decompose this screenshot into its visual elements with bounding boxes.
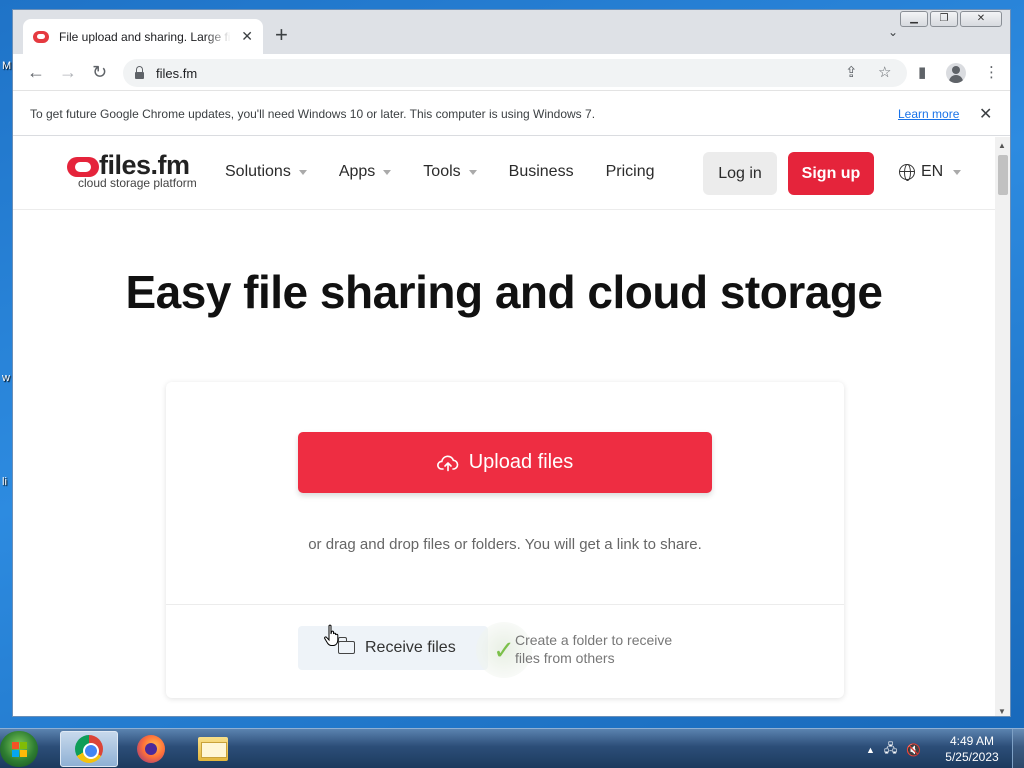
nav-item-label: Business xyxy=(508,163,574,180)
firefox-icon xyxy=(137,735,165,763)
minimize-button[interactable]: ▁ xyxy=(900,11,928,27)
chevron-down-icon xyxy=(953,169,962,175)
nav-item-solutions[interactable]: Solutions xyxy=(225,163,307,181)
clock-date: 5/25/2023 xyxy=(945,750,999,764)
tab-search-icon[interactable]: ⌄ xyxy=(888,25,898,39)
tray-expand-icon[interactable]: ▲ xyxy=(866,745,875,755)
scroll-up-icon[interactable]: ▲ xyxy=(998,141,1006,150)
hand-pointer-cursor-icon xyxy=(324,624,339,646)
site-header: files.fm cloud storage platform Solution… xyxy=(13,137,995,210)
new-tab-button[interactable]: + xyxy=(275,24,288,46)
receive-button-label: Receive files xyxy=(365,639,456,656)
nav-item-pricing[interactable]: Pricing xyxy=(606,163,655,181)
chevron-down-icon xyxy=(298,169,307,175)
url-text[interactable]: files.fm xyxy=(156,66,197,81)
vertical-scrollbar[interactable]: ▲ ▼ xyxy=(995,137,1010,716)
reload-icon[interactable]: ↻ xyxy=(92,62,107,82)
start-button[interactable] xyxy=(0,731,38,767)
logo-tagline: cloud storage platform xyxy=(78,176,197,190)
scroll-down-icon[interactable]: ▼ xyxy=(998,707,1006,716)
nav-item-label: Pricing xyxy=(605,163,655,180)
folder-icon xyxy=(198,737,228,761)
main-nav: Solutions Apps Tools Business Pricing xyxy=(225,163,686,181)
chevron-down-icon xyxy=(468,169,477,175)
windows-logo-icon xyxy=(11,741,27,757)
card-divider xyxy=(166,604,844,605)
window-controls: ▁ ❐ ✕ xyxy=(900,11,1002,27)
desktop-icon-label: w xyxy=(2,372,10,384)
volume-muted-icon[interactable]: 🔇 xyxy=(906,743,921,757)
taskbar-file-explorer[interactable] xyxy=(184,731,242,767)
page-viewport: files.fm cloud storage platform Solution… xyxy=(13,137,995,716)
upload-card: Upload files or drag and drop files or f… xyxy=(166,382,844,698)
learn-more-link[interactable]: Learn more xyxy=(898,107,959,121)
signup-button[interactable]: Sign up xyxy=(788,152,874,195)
receive-files-help: Create a folder to receive files from ot… xyxy=(515,632,673,666)
nav-item-business[interactable]: Business xyxy=(509,163,574,181)
taskbar-firefox[interactable] xyxy=(122,731,180,767)
hero-title: Easy file sharing and cloud storage xyxy=(125,266,883,318)
nav-item-apps[interactable]: Apps xyxy=(338,163,392,181)
site-favicon-icon xyxy=(33,30,49,43)
clock-time: 4:49 AM xyxy=(949,734,995,748)
language-selector[interactable]: EN xyxy=(899,163,962,181)
chrome-menu-icon[interactable]: ⋮ xyxy=(984,63,999,81)
nav-item-label: Tools xyxy=(423,163,461,180)
login-button[interactable]: Log in xyxy=(703,152,777,195)
side-panel-icon[interactable]: ▮ xyxy=(918,63,926,81)
files-fm-logo[interactable]: files.fm cloud storage platform xyxy=(67,150,207,193)
chevron-down-icon xyxy=(383,169,392,175)
browser-tab[interactable]: File upload and sharing. Large files ✕ xyxy=(23,19,263,54)
profile-avatar-icon[interactable] xyxy=(946,63,966,83)
desktop-icon-label: M xyxy=(2,60,12,72)
forward-icon[interactable]: → xyxy=(59,62,77,82)
share-icon[interactable]: ⇪ xyxy=(845,63,858,81)
taskbar-clock[interactable]: 4:49 AM 5/25/2023 xyxy=(940,733,1004,765)
infobar-message: To get future Google Chrome updates, you… xyxy=(30,106,596,121)
tab-title: File upload and sharing. Large files xyxy=(59,29,231,44)
globe-icon xyxy=(899,164,915,181)
cloud-logo-icon xyxy=(67,157,99,177)
tab-strip: File upload and sharing. Large files ✕ +… xyxy=(13,10,1010,54)
nav-item-label: Solutions xyxy=(225,163,291,180)
browser-toolbar: ← → ↻ files.fm ⇪ ☆ ▮ ⋮ xyxy=(13,54,1010,91)
language-label: EN xyxy=(921,163,944,180)
restore-button[interactable]: ❐ xyxy=(930,11,958,27)
nav-item-label: Apps xyxy=(338,163,376,180)
upload-button-label: Upload files xyxy=(468,451,574,473)
bookmark-star-icon[interactable]: ☆ xyxy=(878,63,891,81)
window-close-button[interactable]: ✕ xyxy=(960,11,1002,27)
address-bar[interactable]: files.fm ⇪ ☆ xyxy=(123,59,907,87)
nav-item-tools[interactable]: Tools xyxy=(423,163,477,181)
infobar-close-icon[interactable]: ✕ xyxy=(979,104,992,124)
drag-drop-hint: or drag and drop files or folders. You w… xyxy=(308,536,702,553)
lock-icon[interactable] xyxy=(135,65,144,79)
cloud-upload-icon xyxy=(436,455,459,471)
taskbar-chrome[interactable] xyxy=(60,731,118,767)
chrome-window: File upload and sharing. Large files ✕ +… xyxy=(12,9,1011,717)
show-desktop-button[interactable] xyxy=(1012,729,1024,768)
desktop-icon-label: li xyxy=(2,476,7,488)
network-icon[interactable]: 🖧 xyxy=(884,739,897,760)
update-infobar: To get future Google Chrome updates, you… xyxy=(13,92,1010,136)
windows-taskbar: ▲ 🖧 🔇 4:49 AM 5/25/2023 xyxy=(0,728,1024,768)
upload-files-button[interactable]: Upload files xyxy=(298,432,712,493)
chrome-icon xyxy=(75,735,103,763)
scrollbar-thumb[interactable] xyxy=(998,155,1008,195)
back-icon[interactable]: ← xyxy=(27,62,45,82)
tab-close-icon[interactable]: ✕ xyxy=(241,28,253,45)
system-tray: ▲ 🖧 🔇 xyxy=(866,739,921,760)
